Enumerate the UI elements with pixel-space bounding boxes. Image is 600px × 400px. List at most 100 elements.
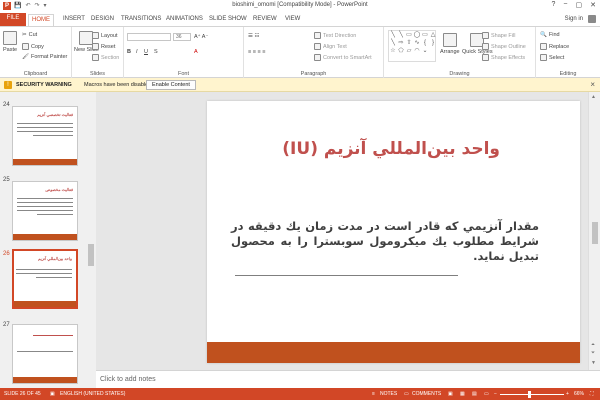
current-slide[interactable]: واحد بين‌المللي آنزيم (IU) مقدار آنزيمي … [207,101,580,363]
tab-insert[interactable]: INSERT [60,14,88,26]
shape-rect-icon[interactable]: ▭ [405,31,413,39]
language-indicator[interactable]: ENGLISH (UNITED STATES) [60,391,125,397]
title-bar: P 💾 ↶ ↷ ▾ bioshimi_omomi [Compatibility … [0,0,600,12]
slide-thumbnail-26[interactable]: واحد بين‌المللي آنزيم [12,249,78,309]
reset-button[interactable]: Reset [92,43,115,50]
slide-scroll-thumb[interactable] [592,222,598,244]
shape-fill-button[interactable]: Shape Fill [482,32,515,39]
reading-view-icon[interactable]: ▤ [472,391,477,397]
shape-effects-button[interactable]: Shape Effects [482,54,525,61]
notes-toggle-icon[interactable]: ≡ [372,391,375,397]
slide-thumbnail-24[interactable]: فعاليت تخصصي آنزيم [12,106,78,166]
font-name-field[interactable] [127,33,171,41]
maximize-icon[interactable]: ▢ [576,1,583,9]
tab-view[interactable]: VIEW [282,14,303,26]
shape-star-icon[interactable]: ☆ [389,47,397,55]
tab-review[interactable]: REVIEW [250,14,280,26]
slide-thumbnail-25[interactable]: فعاليت مخصوص [12,181,78,241]
shape-brace-icon[interactable]: { [421,39,429,47]
tab-home[interactable]: HOME [28,14,54,26]
tab-animations[interactable]: ANIMATIONS [163,14,206,26]
notes-placeholder[interactable]: Click to add notes [100,376,156,383]
shape-curve-icon[interactable]: ∿ [413,39,421,47]
font-group: 36 A⁺ A⁻ B I U S A Font [124,27,244,79]
sign-in-link[interactable]: Sign in [565,16,583,22]
next-slide-icon[interactable]: ⏷ [591,350,595,356]
comments-icon[interactable]: ▭ [404,391,409,397]
bold-icon[interactable]: B [127,49,131,55]
shape-line-icon[interactable]: ╲ [397,31,405,39]
shape-callout-icon[interactable]: ▱ [405,47,413,55]
tab-transitions[interactable]: TRANSITIONS [118,14,164,26]
zoom-slider-handle[interactable] [528,391,531,398]
normal-view-icon[interactable]: ▣ [448,391,453,397]
help-icon[interactable]: ? [552,1,556,9]
cut-icon: ✂ [22,32,27,38]
shape-rect-icon[interactable]: ▭ [421,31,429,39]
tab-design[interactable]: DESIGN [88,14,117,26]
shape-more-icon[interactable]: ⌄ [421,47,429,55]
shape-arrow-icon[interactable]: ⇨ [397,39,405,47]
slide-thumbnail-27[interactable] [12,324,78,384]
align-text-button[interactable]: Align Text [314,43,347,50]
layout-button[interactable]: Layout [92,32,118,39]
close-icon[interactable]: ✕ [590,1,596,9]
tab-slide-show[interactable]: SLIDE SHOW [206,14,250,26]
copy-button[interactable]: Copy [22,43,44,50]
fit-slide-icon[interactable]: ⛶ [590,391,594,397]
slide-show-icon[interactable]: ▭ [484,391,489,397]
shape-line-icon[interactable]: ╲ [389,39,397,47]
slide-body-text[interactable]: مقدار آنزيمي كه قادر است در مدت زمان يك … [231,219,539,264]
zoom-level[interactable]: 66% [574,391,584,397]
slide-sorter-icon[interactable]: ▦ [460,391,465,397]
language-indicator-icon[interactable]: ▣ [50,391,55,397]
thumbnails-scrollbar[interactable] [86,92,96,388]
shape-arc-icon[interactable]: ◠ [413,47,421,55]
comments-toggle[interactable]: COMMENTS [412,391,441,397]
grow-font-icon[interactable]: A⁺ A⁻ [194,34,208,40]
shape-arrow-icon[interactable]: ⇧ [405,39,413,47]
scroll-down-icon[interactable]: ▼ [591,360,596,366]
shape-brace-icon[interactable]: } [429,39,437,47]
arrange-button[interactable]: Arrange [440,33,460,55]
slide-title[interactable]: واحد بين‌المللي آنزيم (IU) [282,139,500,159]
minimize-icon[interactable]: − [563,1,567,9]
notes-toggle[interactable]: NOTES [380,391,397,397]
scroll-up-icon[interactable]: ▲ [591,94,596,100]
enable-content-button[interactable]: Enable Content [146,80,196,90]
select-button[interactable]: Select [540,54,564,61]
replace-button[interactable]: Replace [540,43,569,50]
zoom-in-icon[interactable]: + [566,391,569,397]
convert-smartart-button[interactable]: Convert to SmartArt [314,54,372,61]
zoom-slider[interactable] [500,394,564,395]
section-button[interactable]: Section [92,54,119,61]
text-direction-button[interactable]: Text Direction [314,32,356,39]
font-size-field[interactable]: 36 [173,33,191,41]
shape-triangle-icon[interactable]: △ [429,31,437,39]
font-color-icon[interactable]: A [194,49,198,55]
shape-line-icon[interactable]: ╲ [389,31,397,39]
shadow-icon[interactable]: S [154,49,158,55]
notes-pane[interactable]: Click to add notes [96,370,600,388]
avatar[interactable] [588,15,596,23]
close-warning-icon[interactable]: × [590,80,595,89]
find-button[interactable]: 🔍 Find [540,32,560,38]
bullets-icon[interactable]: ☰ ☷ [248,33,259,39]
cut-button[interactable]: ✂ Cut [22,32,37,38]
paste-button[interactable]: Paste [3,31,17,53]
thumbnail-number: 26 [3,251,10,257]
shape-outline-button[interactable]: Shape Outline [482,43,526,50]
align-icons[interactable]: ≡ ≡ ≡ ≡ [248,49,265,55]
zoom-out-icon[interactable]: − [494,391,497,397]
slide-scrollbar[interactable]: ▲ ⏶ ⏷ ▼ [588,92,600,370]
thumbnails-scroll-thumb[interactable] [88,244,94,266]
previous-slide-icon[interactable]: ⏶ [591,342,595,348]
window-controls: ? − ▢ ✕ [552,1,597,9]
shape-pentagon-icon[interactable]: ⬠ [397,47,405,55]
tab-file[interactable]: FILE [0,13,26,26]
shape-oval-icon[interactable]: ◯ [413,31,421,39]
underline-icon[interactable]: U [144,49,148,55]
shapes-gallery[interactable]: ╲ ╲ ▭ ◯ ▭ △ ╲ ⇨ ⇧ ∿{} ☆ ⬠ ▱ ◠ ⌄ [388,30,436,62]
italic-icon[interactable]: I [136,49,138,55]
format-painter-button[interactable]: 🖌 Format Painter [22,54,67,60]
